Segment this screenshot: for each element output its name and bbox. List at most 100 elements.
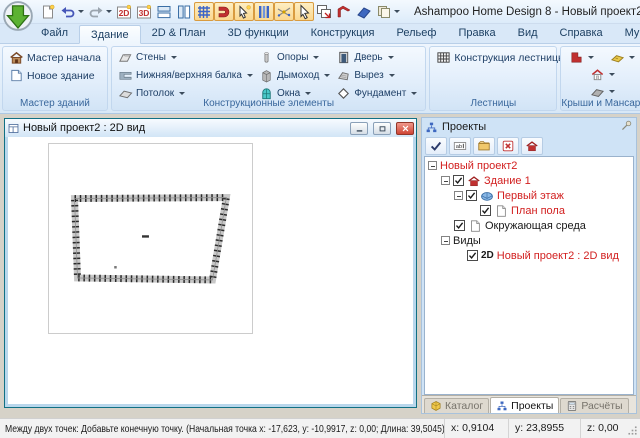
panel-tab-bar: Каталог Проекты Расчёты [422,395,636,413]
ribbon-tab[interactable]: 3D функции [217,24,300,43]
beam-button[interactable]: Нижняя/верхняя балка [116,67,255,84]
plan-marker [142,235,149,237]
ribbon-tab[interactable]: Правка [447,24,506,43]
ribbon-tab[interactable]: Здание [79,25,141,44]
magnet-button[interactable] [214,2,234,21]
delete-icon [501,139,515,153]
roof-house-icon [590,67,605,82]
tree-checkbox[interactable] [453,175,464,186]
stairs-construction-button[interactable]: Конструкция лестницы [434,49,552,66]
grid-button[interactable] [194,2,214,21]
ribbon-tab[interactable]: My Ashampoo [614,24,640,43]
ribbon-tab[interactable]: Конструкция [300,24,386,43]
projects-panel-header: Проекты [422,118,636,135]
guides-button[interactable] [254,2,274,21]
tree-item[interactable]: Виды [425,233,633,248]
roof-tool-button[interactable] [334,2,354,21]
tree-item-label: План пола [511,205,565,217]
new-window-button[interactable] [314,2,334,21]
panel-tab[interactable]: Проекты [490,397,559,413]
wall-button[interactable]: Стены [116,49,255,66]
undo-button[interactable] [58,2,86,21]
tree-item[interactable]: План пола [425,203,633,218]
new-file-icon [40,4,56,20]
coordinate-cell: x: 0,9104 [444,419,508,438]
ribbon: Мастер начала Новое здание Мастер зданий… [0,44,640,114]
building-red-button[interactable] [521,137,543,155]
tree-expand-toggle[interactable] [441,236,450,245]
delete-button[interactable] [497,137,519,155]
ribbon-tab[interactable]: Файл [30,24,79,43]
tree-checkbox[interactable] [454,220,465,231]
split-horizontal-icon [156,4,172,20]
panel-tab[interactable]: Каталог [424,398,489,413]
tree-expand-toggle[interactable] [441,176,450,185]
view-2d-button[interactable]: 2D [114,2,134,21]
tree-item[interactable]: Первый этаж [425,188,633,203]
split-vertical-button[interactable] [174,2,194,21]
window-title: Ashampoo Home Design 8 - Новый проект2 [414,6,640,18]
panel-tab[interactable]: Расчёты [560,398,628,413]
confirm-button[interactable] [425,137,447,155]
pin-button[interactable] [620,119,633,135]
ribbon-tab[interactable]: Справка [549,24,614,43]
ribbon-tab[interactable]: 2D & План [141,24,217,43]
dropdown-arrow-icon [411,92,417,95]
new-building-button[interactable]: Новое здание [7,67,103,84]
view-minimize-button[interactable] [350,122,368,135]
tree-checkbox[interactable] [466,190,477,201]
resize-grip-icon[interactable] [626,424,639,437]
projects-toolbar: ab [422,135,636,156]
construction-columns: СтеныНижняя/верхняя балкаПотолокОпорыДым… [116,49,421,102]
panel-tab-label: Проекты [511,400,553,412]
tree-item[interactable]: Окружающая среда [425,218,633,233]
view-close-button[interactable] [396,122,414,135]
dropdown-arrow-icon [179,92,185,95]
tree-item[interactable]: 2DНовый проект2 : 2D вид [425,248,633,263]
floor-icon [480,189,494,203]
roof-house-button[interactable] [588,67,617,82]
snap-intersection-button[interactable] [274,2,294,21]
roof-corner-button[interactable] [567,50,596,65]
start-wizard-button[interactable]: Мастер начала [7,49,103,66]
cutout-button[interactable]: Вырез [334,67,419,84]
app-logo-button[interactable] [3,1,33,31]
snap-intersection-icon [276,4,292,20]
ribbon-tab[interactable]: Рельеф [386,24,448,43]
title-bar: 2D3D Ashampoo Home Design 8 - Новый прое… [0,0,640,24]
dropdown-arrow-icon [394,10,400,13]
group-label: Лестницы [430,98,556,109]
roof-plane-button[interactable] [354,2,374,21]
rename-button[interactable]: ab [449,137,471,155]
plan-canvas[interactable] [8,137,413,404]
tree-expand-toggle[interactable] [428,161,437,170]
view-restore-button[interactable] [373,122,391,135]
roof-panel-button[interactable] [588,84,617,99]
new-file-button[interactable] [38,2,58,21]
import-icon [477,139,491,153]
cursor-button[interactable] [294,2,314,21]
application-window: 2D3D Ashampoo Home Design 8 - Новый прое… [0,0,640,438]
svg-text:ab: ab [456,144,462,150]
support-button[interactable]: Опоры [257,49,332,66]
tree-item[interactable]: Новый проект2 [425,158,633,173]
view-3d-button[interactable]: 3D [134,2,154,21]
tree-item[interactable]: Здание 1 [425,173,633,188]
group-label: Конструкционные элементы [112,98,425,109]
ribbon-tab[interactable]: Вид [507,24,549,43]
chimney-button[interactable]: Дымоход [257,67,332,84]
tree-expand-toggle[interactable] [454,191,463,200]
door-button[interactable]: Дверь [334,49,419,66]
split-horizontal-button[interactable] [154,2,174,21]
group-label: Мастер зданий [3,98,107,109]
roof-plane-icon [356,4,372,20]
copy-layers-button[interactable] [374,2,402,21]
view-window-titlebar[interactable]: Новый проект2 : 2D вид [5,119,416,137]
redo-button[interactable] [86,2,114,21]
tree-checkbox[interactable] [480,205,491,216]
dormer-button[interactable] [608,50,637,65]
undo-icon [60,4,76,20]
smart-select-button[interactable] [234,2,254,21]
tree-checkbox[interactable] [467,250,478,261]
import-button[interactable] [473,137,495,155]
